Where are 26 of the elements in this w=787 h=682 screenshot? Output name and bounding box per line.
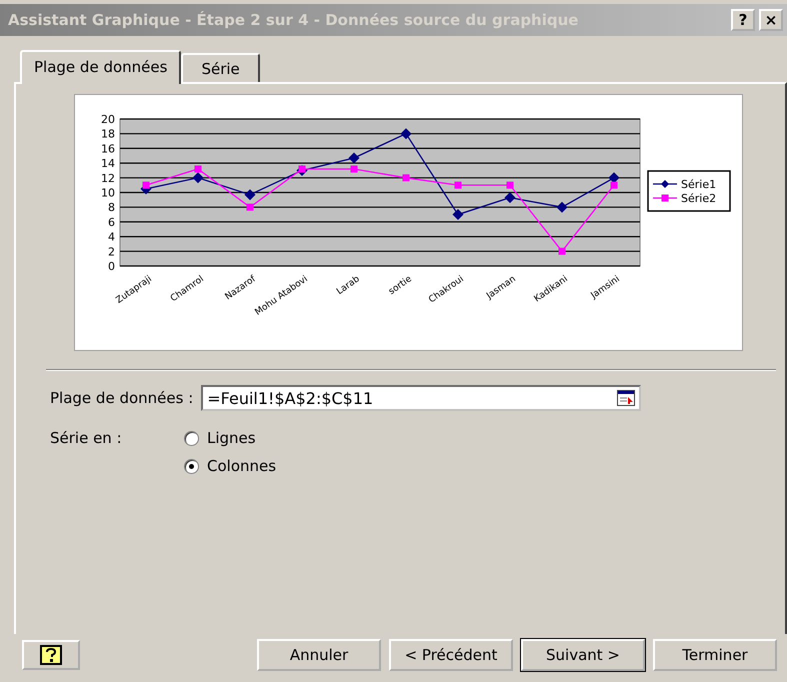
range-field[interactable]: =Feuil1!$A$2:$C$11	[201, 385, 642, 411]
radio-option[interactable]: Colonnes	[184, 457, 785, 475]
y-tick-label: 18	[101, 128, 115, 141]
dialog-button[interactable]: < Précédent	[389, 639, 513, 671]
y-tick-label: 12	[101, 172, 115, 185]
range-label: Plage de données :	[50, 389, 194, 407]
y-tick-label: 20	[101, 113, 115, 126]
dialog-button[interactable]: Suivant >	[521, 639, 645, 671]
radio-option[interactable]: Lignes	[184, 429, 785, 447]
y-tick-label: 16	[101, 142, 115, 156]
series-in-label: Série en :	[50, 429, 122, 447]
legend-label: Série2	[681, 192, 716, 205]
tab[interactable]: Plage de données	[20, 50, 182, 84]
y-tick-label: 10	[101, 186, 115, 200]
y-tick-label: 2	[108, 245, 115, 258]
dialog-button[interactable]: Annuler	[257, 639, 381, 671]
y-tick-label: 8	[108, 201, 115, 214]
legend-label: Série1	[681, 178, 716, 191]
y-tick-label: 6	[108, 216, 115, 229]
y-tick-label: 14	[101, 157, 115, 170]
y-tick-label: 4	[108, 230, 115, 244]
close-button[interactable]: ×	[759, 9, 783, 31]
help-button[interactable]: ?	[731, 9, 755, 31]
tab[interactable]: Série	[181, 53, 260, 82]
y-tick-label: 0	[108, 260, 115, 273]
dialog-button[interactable]: Terminer	[653, 639, 777, 671]
